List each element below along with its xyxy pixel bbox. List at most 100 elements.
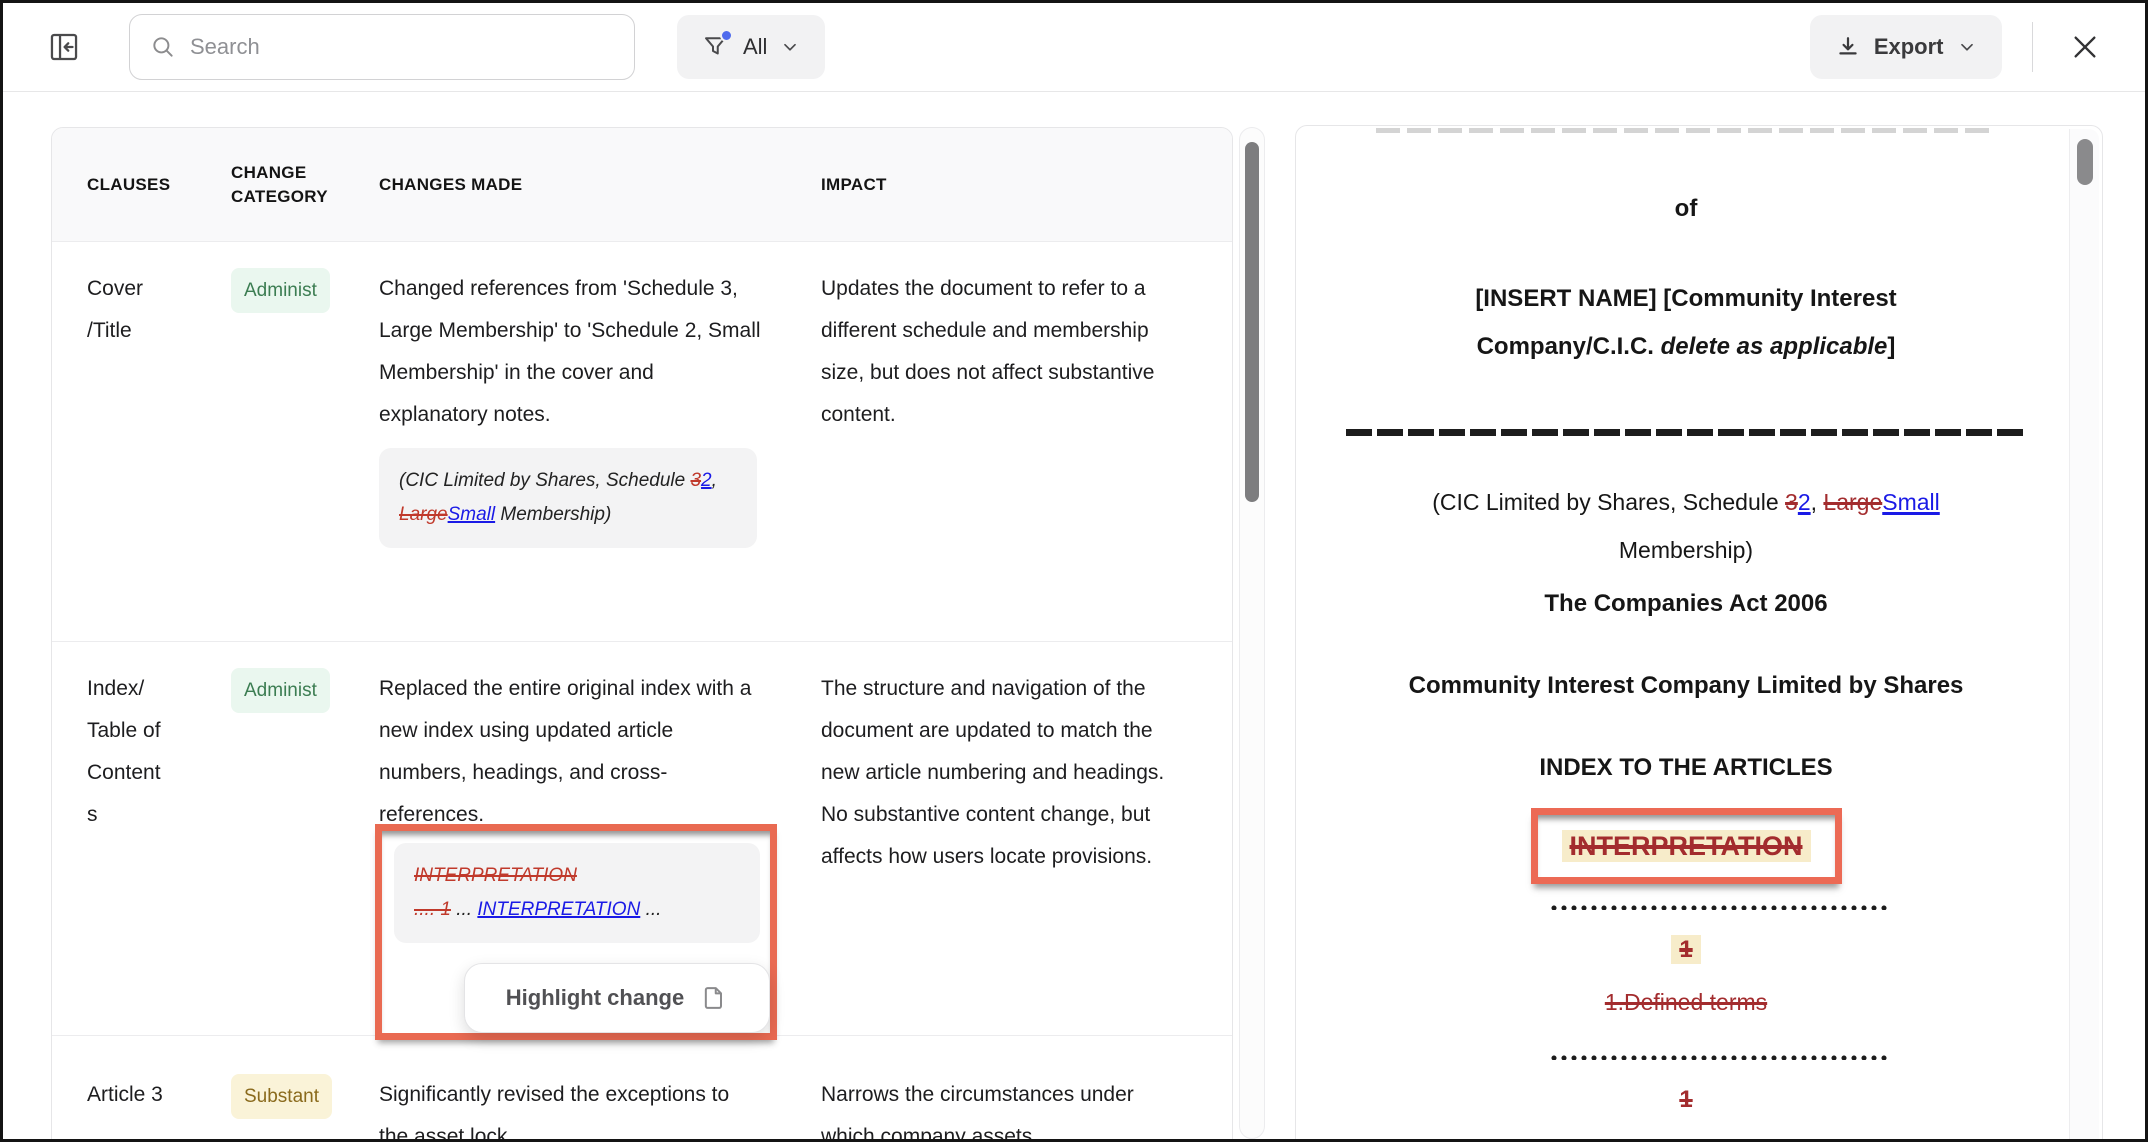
clause-cell: Cover /Title	[87, 268, 167, 641]
deleted-text: 1.Defined terms	[1605, 989, 1767, 1015]
text-segment: ]	[1887, 333, 1895, 360]
changes-cell: Significantly revised the exceptions to …	[379, 1074, 761, 1142]
toolbar: All Export	[3, 3, 2145, 92]
deleted-text: .... 1	[414, 899, 451, 920]
table-scrollbar-thumb[interactable]	[1245, 142, 1259, 502]
changes-text: Significantly revised the exceptions to …	[379, 1074, 761, 1142]
category-cell: Administ	[231, 668, 379, 1040]
document-paragraph: 1	[1406, 926, 1966, 974]
deleted-text: Large	[1823, 489, 1882, 515]
deleted-text: 3	[1785, 489, 1798, 515]
changes-text: Changed references from 'Schedule 3, Lar…	[379, 268, 761, 436]
changes-table: CLAUSES CHANGE CATEGORY CHANGES MADE IMP…	[51, 127, 1233, 1142]
export-button[interactable]: Export	[1810, 15, 2002, 79]
change-quote: (CIC Limited by Shares, Schedule 32, Lar…	[379, 448, 757, 548]
inserted-text: 2	[1798, 489, 1811, 515]
text-segment: of	[1675, 195, 1698, 222]
sidebar-collapse-button[interactable]	[41, 24, 87, 70]
text-segment: Membership)	[1619, 537, 1753, 563]
document-paragraph: Community Interest Company Limited by Sh…	[1406, 662, 1966, 710]
changes-cell: Replaced the entire original index with …	[379, 668, 761, 1040]
app-window: All Export	[0, 0, 2148, 1142]
inserted-text: 2	[701, 470, 712, 491]
text-segment: Community Interest Company Limited by Sh…	[1409, 672, 1964, 699]
change-quote: INTERPRETATION .... 1 ... INTERPRETATION…	[394, 843, 760, 943]
toolbar-divider	[2032, 22, 2034, 72]
quote-line: (CIC Limited by Shares, Schedule 32, Lar…	[399, 464, 737, 532]
deleted-text: 1	[1671, 935, 1700, 964]
chevron-down-icon	[779, 36, 801, 58]
tooltip-label: Highlight change	[506, 977, 684, 1019]
column-header-clauses: CLAUSES	[87, 175, 231, 195]
deleted-text: 1	[1679, 1086, 1692, 1113]
table-row: Index/ Table of ContentsAdministReplaced…	[52, 642, 1232, 1036]
clause-cell: Article 3	[87, 1074, 167, 1142]
dotted-leader	[1549, 904, 1891, 910]
document-paragraph: INDEX TO THE ARTICLES	[1406, 744, 1966, 792]
document-scrollbar-track[interactable]	[2069, 129, 2099, 1142]
document-preview: of [INSERT NAME] [Community Interest Comp…	[1295, 125, 2103, 1142]
deleted-text: INTERPRETATION	[414, 865, 577, 886]
inserted-text: Small	[1882, 489, 1940, 515]
text-segment: INDEX TO THE ARTICLES	[1539, 754, 1832, 781]
deleted-text: 3	[690, 470, 701, 491]
document-paragraph: 1.Defined terms	[1406, 978, 1966, 1026]
sidebar-collapse-icon	[47, 30, 81, 64]
deleted-text: INTERPRETATION	[1562, 830, 1811, 862]
quote-line: .... 1 ... INTERPRETATION ...	[414, 893, 740, 927]
column-header-impact: IMPACT	[821, 175, 1232, 195]
text-segment: The Companies Act 2006	[1544, 590, 1827, 617]
document-paragraph: (CIC Limited by Shares, Schedule 32, Lar…	[1406, 478, 1966, 574]
impact-cell: Narrows the circumstances under which co…	[821, 1074, 1173, 1142]
text-segment: (CIC Limited by Shares, Schedule	[399, 470, 690, 491]
category-badge: Administ	[231, 668, 330, 713]
clipped-dashed-divider	[1376, 128, 1996, 133]
inserted-text: Small	[448, 504, 496, 525]
impact-cell: Updates the document to refer to a diffe…	[821, 268, 1173, 641]
table-scrollbar-track[interactable]	[1239, 127, 1265, 1139]
text-segment: delete as applicable	[1661, 333, 1888, 360]
category-badge: Administ	[231, 268, 330, 313]
download-icon	[1834, 33, 1862, 61]
document-paragraph: [INSERT NAME] [Community Interest Compan…	[1406, 275, 1966, 371]
inserted-text: INTERPRETATION	[477, 899, 640, 920]
text-segment: (CIC Limited by Shares, Schedule	[1432, 489, 1785, 515]
text-segment: ,	[712, 470, 717, 491]
search-box	[129, 14, 635, 80]
quote-line: INTERPRETATION	[414, 859, 740, 893]
table-body: Cover /Title Administ Changed references f…	[52, 242, 1232, 1142]
category-cell: Substant	[231, 1074, 379, 1142]
changes-cell: Changed references from 'Schedule 3, Lar…	[379, 268, 761, 641]
filter-label: All	[743, 34, 767, 60]
document-paragraph: of	[1406, 185, 1966, 233]
table-row: Cover /Title Administ Changed references f…	[52, 242, 1232, 642]
export-label: Export	[1874, 34, 1944, 60]
page-icon	[700, 984, 728, 1012]
change-highlight-frame: INTERPRETATION .... 1 ... INTERPRETATION…	[375, 824, 777, 1040]
highlight-frame-wrap: INTERPRETATION	[1332, 808, 2040, 884]
close-button[interactable]	[2061, 23, 2109, 71]
text-segment: ...	[451, 899, 477, 920]
table-header-row: CLAUSES CHANGE CATEGORY CHANGES MADE IMP…	[52, 128, 1232, 242]
document-content: of [INSERT NAME] [Community Interest Comp…	[1296, 126, 2068, 1142]
category-badge: Substant	[231, 1074, 332, 1119]
document-paragraph: 1	[1406, 1076, 1966, 1124]
deleted-text: Large	[399, 504, 448, 525]
column-header-changes-made: CHANGES MADE	[379, 175, 821, 195]
document-scrollbar-thumb[interactable]	[2077, 139, 2093, 185]
changes-text: Replaced the entire original index with …	[379, 668, 761, 836]
search-input[interactable]	[190, 34, 614, 60]
chevron-down-icon	[1956, 36, 1978, 58]
dotted-leader	[1549, 1054, 1891, 1060]
filter-active-dot	[720, 29, 733, 42]
column-header-change-category: CHANGE CATEGORY	[231, 161, 379, 209]
text-segment: ,	[1811, 489, 1824, 515]
change-highlight-frame: INTERPRETATION	[1531, 808, 1842, 884]
filter-button[interactable]: All	[677, 15, 825, 79]
clause-cell: Index/ Table of Contents	[87, 668, 167, 1040]
dashed-divider	[1346, 429, 2026, 436]
category-cell: Administ	[231, 268, 379, 641]
close-icon	[2069, 31, 2101, 63]
highlight-change-tooltip[interactable]: Highlight change	[464, 963, 770, 1033]
impact-cell: The structure and navigation of the docu…	[821, 668, 1173, 1040]
